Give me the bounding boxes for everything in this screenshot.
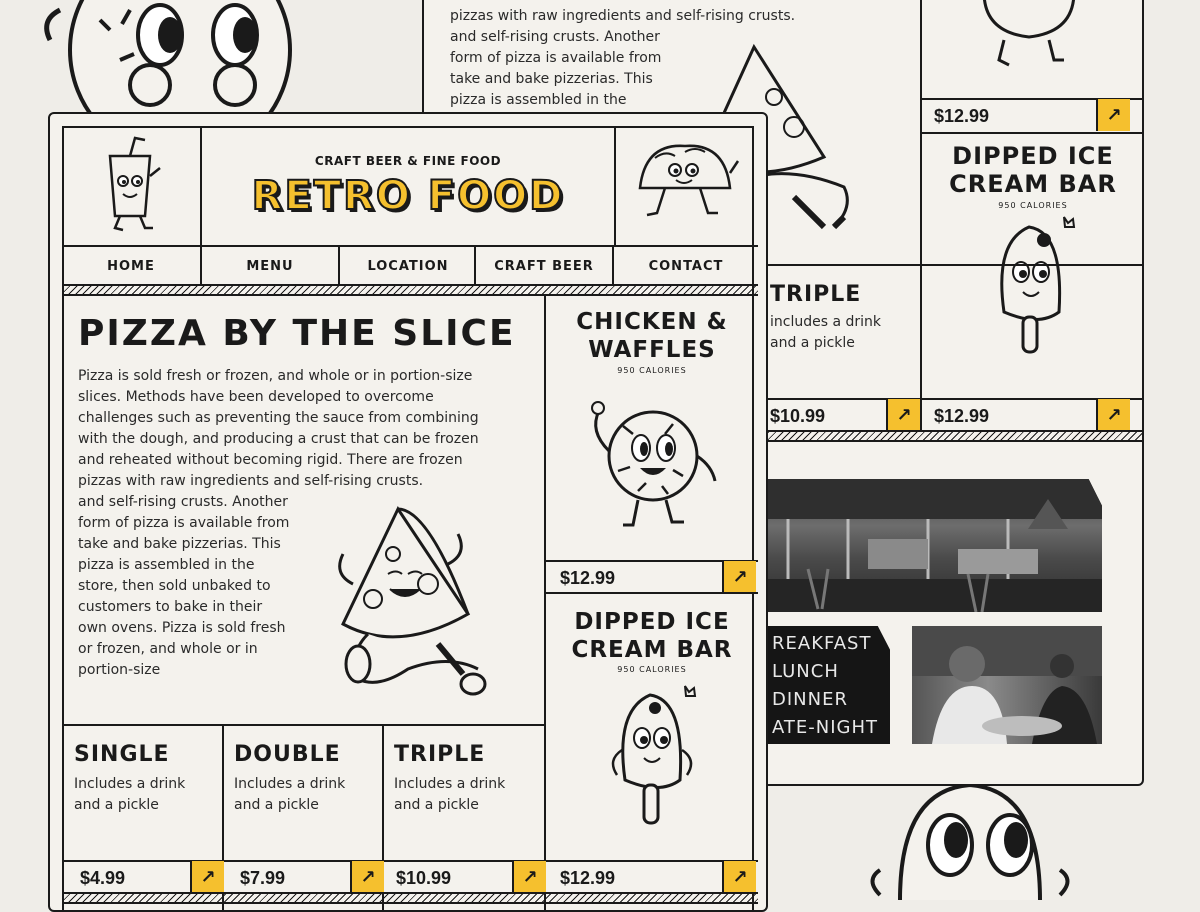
combo-double-price: $7.99 (240, 868, 286, 888)
combo-triple-title: TRIPLE (394, 742, 486, 767)
back-item-order-button[interactable]: ↗ (1096, 399, 1130, 431)
waffle-mascot-illustration (983, 0, 1075, 67)
hero-paragraph: Pizza is sold fresh or frozen, and whole… (78, 368, 479, 489)
item-ice-cream-bar-title: DIPPED ICE CREAM BAR (571, 609, 733, 663)
back-triple-desc: includes a drink and a pickle (770, 314, 882, 351)
ice-cream-bar-mascot-illustration (1000, 216, 1076, 354)
ice-cream-bar-mascot-illustration (611, 685, 697, 825)
nav-menu[interactable]: MENU (202, 247, 338, 285)
brand-logo[interactable]: RETRO FOOD (202, 172, 614, 220)
chalkboard-line: REAKFAST (772, 633, 872, 654)
combo-single-price: $4.99 (80, 868, 126, 888)
restaurant-interior-photo (768, 479, 1102, 612)
combo-triple-order-button[interactable]: ↗ (512, 861, 546, 893)
chalkboard-line: ATE-NIGHT (772, 717, 879, 738)
footer-divider-hatch (62, 892, 758, 904)
combo-double-desc: Includes a drink and a pickle (234, 776, 346, 813)
back-triple-price: $10.99 (770, 406, 826, 426)
back-item-title: DIPPED ICE CREAM BAR (949, 142, 1117, 198)
back-triple-order-button[interactable]: ↗ (886, 399, 920, 431)
page-title: PIZZA BY THE SLICE (78, 313, 516, 354)
combo-single-title: SINGLE (74, 742, 170, 767)
combo-triple-desc: Includes a drink and a pickle (394, 776, 506, 813)
waffle-mascot-illustration (591, 401, 717, 527)
combo-triple-price: $10.99 (396, 868, 452, 888)
back-top-price: $12.99 (934, 106, 990, 126)
taco-mascot-illustration (638, 144, 740, 217)
nav-contact[interactable]: CONTACT (614, 247, 758, 285)
item-ice-cream-bar-order-button[interactable]: ↗ (722, 861, 756, 893)
back-item-price: $12.99 (934, 406, 990, 426)
nav-home[interactable]: HOME (62, 247, 200, 285)
chalkboard-menu-photo: REAKFAST LUNCH DINNER ATE-NIGHT (768, 626, 890, 744)
ice-cream-mascot-background-illustration (870, 782, 1070, 900)
item-ice-cream-bar-price: $12.99 (560, 868, 616, 888)
item-ice-cream-bar-calories: 950 CALORIES (617, 665, 687, 674)
chalkboard-line: DINNER (772, 689, 848, 710)
nav-craft-beer[interactable]: CRAFT BEER (476, 247, 612, 285)
main-nav: HOME MENU LOCATION CRAFT BEER CONTACT (62, 247, 758, 285)
combo-single-desc: Includes a drink and a pickle (74, 776, 186, 813)
brand-tagline: CRAFT BEER & FINE FOOD (314, 154, 502, 168)
back-triple-title: TRIPLE (770, 282, 862, 307)
back-divider-hatch (768, 430, 1142, 442)
diners-photo (912, 626, 1102, 744)
combo-single-order-button[interactable]: ↗ (190, 861, 224, 893)
chalkboard-line: LUNCH (772, 661, 839, 682)
back-item-calories: 950 CALORIES (998, 201, 1068, 210)
item-chicken-waffles-title: CHICKEN & WAFFLES (576, 309, 728, 363)
combo-double-order-button[interactable]: ↗ (350, 861, 384, 893)
soda-cup-mascot-illustration (108, 136, 161, 232)
item-chicken-waffles-order-button[interactable]: ↗ (722, 561, 756, 593)
waffle-mascot-background-illustration (44, 0, 292, 120)
nav-divider-hatch (62, 284, 758, 296)
item-chicken-waffles-calories: 950 CALORIES (617, 366, 687, 375)
pizza-slice-mascot-illustration (338, 505, 487, 696)
hero-paragraph-continued: and self-rising crusts. Another form of … (78, 494, 290, 678)
front-menu-card: CRAFT BEER & FINE FOOD RETRO FOOD HOME M… (48, 112, 768, 912)
back-top-order-button[interactable]: ↗ (1096, 99, 1130, 131)
nav-location[interactable]: LOCATION (340, 247, 476, 285)
item-chicken-waffles-price: $12.99 (560, 568, 616, 588)
combo-double-title: DOUBLE (234, 742, 341, 767)
